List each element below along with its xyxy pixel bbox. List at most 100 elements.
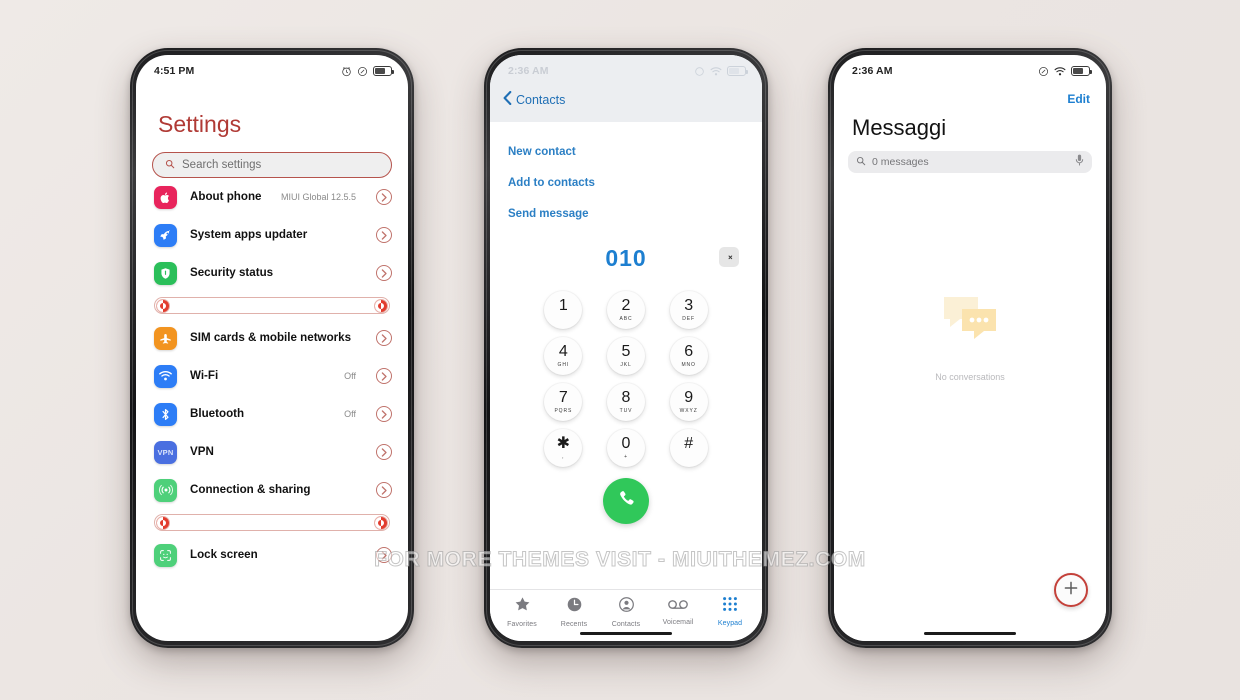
settings-row[interactable]: Connection & sharing xyxy=(136,471,408,509)
dialpad-key-digit: 0 xyxy=(621,435,631,453)
back-button[interactable]: Contacts xyxy=(490,83,762,114)
dialpad-key[interactable]: 3 DEF xyxy=(669,291,708,329)
status-icons xyxy=(341,66,394,77)
rotate-icon xyxy=(694,66,705,77)
status-icons xyxy=(694,66,748,77)
dialpad-key[interactable]: 8 TUV xyxy=(606,383,645,421)
search-icon xyxy=(856,153,866,171)
dialpad-key-letters: + xyxy=(624,453,628,460)
dialpad-key-letters: DEF xyxy=(682,315,695,322)
status-icons xyxy=(1038,66,1092,77)
settings-list: About phone MIUI Global 12.5.5 System apps… xyxy=(136,178,408,574)
settings-row[interactable]: Wi-Fi Off xyxy=(136,357,408,395)
call-button[interactable] xyxy=(603,478,649,524)
chevron-right-icon[interactable] xyxy=(376,265,392,281)
edit-button[interactable]: Edit xyxy=(834,83,1106,106)
dialer-action-list: New contact Add to contacts Send message xyxy=(490,122,762,231)
plus-icon xyxy=(1063,580,1079,601)
home-indicator xyxy=(580,631,672,635)
tab-voicemail[interactable]: Voicemail xyxy=(652,598,704,626)
chevron-right-icon[interactable] xyxy=(376,227,392,243)
settings-row-label: About phone xyxy=(190,189,262,203)
chevron-right-icon[interactable] xyxy=(376,547,392,563)
phone-device-messages: 2:36 AM Edit Messaggi 0 messages No conv… xyxy=(828,48,1112,648)
dialpad-key[interactable]: 1 xyxy=(544,291,583,329)
tab-contacts[interactable]: Contacts xyxy=(600,596,652,628)
dialpad-key[interactable]: # xyxy=(669,429,708,467)
dialpad-key-digit: 4 xyxy=(558,343,568,361)
phone2-screen: 2:36 AM Contacts New contact Add to cont… xyxy=(490,55,762,641)
settings-row[interactable]: Bluetooth Off xyxy=(136,395,408,433)
dialpad-key-letters: TUV xyxy=(619,407,633,414)
tab-label: Recents xyxy=(560,620,588,628)
settings-row[interactable]: VPN VPN xyxy=(136,433,408,471)
dialed-number: 010 xyxy=(605,244,647,271)
wifi-icon xyxy=(154,364,177,388)
person-icon xyxy=(618,596,635,618)
search-input[interactable]: 0 messages xyxy=(848,151,1092,173)
yin-yang-icon xyxy=(156,298,170,313)
settings-row-label: Connection & sharing xyxy=(190,482,311,496)
chevron-right-icon[interactable] xyxy=(376,444,392,460)
dialpad-key-digit: 7 xyxy=(558,389,568,407)
new-message-button[interactable] xyxy=(1054,573,1088,607)
chevron-right-icon[interactable] xyxy=(376,482,392,498)
backspace-icon[interactable] xyxy=(719,247,739,267)
dialpad-key-digit: 3 xyxy=(684,297,694,315)
settings-row-label: Lock screen xyxy=(190,547,258,561)
dialpad-key-letters: MNO xyxy=(681,361,696,368)
settings-row-label: Security status xyxy=(190,265,274,279)
keypad-icon xyxy=(722,596,738,617)
dialpad-key[interactable]: 6 MNO xyxy=(669,337,708,375)
settings-row[interactable]: System apps updater xyxy=(136,216,408,254)
dialer-action[interactable]: Send message xyxy=(490,198,762,229)
chevron-right-icon[interactable] xyxy=(376,406,392,422)
dialer-number-row: 010 xyxy=(490,241,762,275)
yin-yang-icon xyxy=(156,515,170,530)
settings-row-value: Off xyxy=(344,409,356,419)
dialpad-key[interactable]: 7 PQRS xyxy=(544,383,583,421)
dialer-action[interactable]: Add to contacts xyxy=(490,167,762,198)
silent-icon xyxy=(357,66,368,77)
settings-row[interactable]: About phone MIUI Global 12.5.5 xyxy=(136,178,408,216)
tab-recents[interactable]: Recents xyxy=(548,596,600,628)
dialer-header: 2:36 AM Contacts xyxy=(490,55,762,122)
dialpad-key-digit: 8 xyxy=(621,389,631,407)
dialpad-key[interactable]: ✱, xyxy=(544,429,583,467)
page-title: Messaggi xyxy=(852,115,947,140)
dialpad-key-letters: , xyxy=(562,453,565,460)
dialpad-key[interactable]: 0 + xyxy=(606,429,645,467)
dialpad-key[interactable]: 9 WXYZ xyxy=(669,383,708,421)
battery-icon xyxy=(373,66,394,76)
battery-icon xyxy=(727,66,748,76)
airplane-icon xyxy=(154,326,177,350)
chevron-right-icon[interactable] xyxy=(376,189,392,205)
broadcast-icon xyxy=(154,478,177,502)
chevron-right-icon[interactable] xyxy=(376,330,392,346)
tab-keypad[interactable]: Keypad xyxy=(704,596,756,627)
tab-label: Keypad xyxy=(717,620,743,627)
search-input[interactable]: Search settings xyxy=(152,152,392,178)
phone1-status-bar: 4:51 PM xyxy=(136,55,408,83)
settings-row[interactable]: Security status xyxy=(136,254,408,292)
phone-device-settings: 4:51 PM Settings Search settings About p… xyxy=(130,48,414,648)
settings-row[interactable]: Lock screen xyxy=(136,536,408,574)
dialpad-key[interactable]: 5 JKL xyxy=(606,337,645,375)
phone-device-dialer: 2:36 AM Contacts New contact Add to cont… xyxy=(484,48,768,648)
wifi-icon xyxy=(710,66,722,77)
dialpad-key[interactable]: 4 GHI xyxy=(544,337,583,375)
dialer-action[interactable]: New contact xyxy=(490,136,762,167)
dialpad-key-digit: 2 xyxy=(621,297,631,315)
dialpad-key-digit: 1 xyxy=(558,297,568,315)
settings-row[interactable]: SIM cards & mobile networks xyxy=(136,319,408,357)
dialpad-key-digit: 9 xyxy=(684,389,694,407)
tab-favorites[interactable]: Favorites xyxy=(496,596,548,628)
chat-bubbles-icon xyxy=(938,291,1002,352)
dialpad-key-digit: 6 xyxy=(684,343,694,361)
alarm-icon xyxy=(341,66,352,77)
chevron-right-icon[interactable] xyxy=(376,368,392,384)
dialpad-key[interactable]: 2 ABC xyxy=(606,291,645,329)
back-label: Contacts xyxy=(516,92,566,107)
microphone-icon[interactable] xyxy=(1075,153,1084,171)
wifi-icon xyxy=(1054,66,1066,77)
